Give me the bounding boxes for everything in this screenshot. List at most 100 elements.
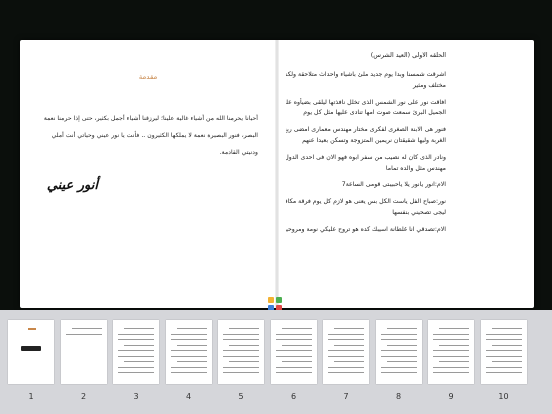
- thumb-text-line: [380, 333, 417, 335]
- thumb-text-line: [170, 355, 207, 357]
- thumb-text-line: [439, 328, 469, 329]
- thumbnail-page-number: 4: [185, 392, 192, 401]
- chapter-page[interactable]: الحلقه الاولى (العيد الشرس) اشرقت شمسنا …: [278, 40, 534, 308]
- page-thumbnail[interactable]: [428, 320, 474, 384]
- thumb-text-line: [223, 333, 259, 335]
- thumbnail-page-number: 3: [133, 392, 139, 401]
- thumb-text-line: [118, 350, 154, 351]
- thumb-text-line: [433, 366, 469, 368]
- photos-icon: [268, 297, 282, 311]
- thumb-text-line: [491, 344, 522, 346]
- page-thumbnail[interactable]: [113, 320, 159, 384]
- thumb-text-line: [223, 355, 259, 357]
- thumb-text-line: [229, 361, 259, 362]
- thumb-text-line: [328, 355, 364, 357]
- thumb-text-line: [170, 372, 207, 373]
- author-signature: أنور عيني: [46, 178, 98, 193]
- thumb-text-line: [485, 366, 522, 368]
- thumb-text-line: [380, 339, 417, 340]
- thumbnail-page-number: 7: [343, 392, 349, 401]
- thumb-text-line: [229, 328, 259, 329]
- thumb-text-line: [380, 355, 417, 357]
- page-thumbnail[interactable]: [60, 320, 107, 384]
- chapter-line: الغربة وليها شقيقتان نريمين المتزوجة وتس…: [302, 136, 446, 144]
- chapter-text: اشرقت شمسنا وبدا يوم جديد ملئ باشياء واح…: [286, 70, 446, 236]
- chapter-line: اشرقت شمسنا وبدا يوم جديد ملئ باشياء واح…: [286, 71, 446, 78]
- thumb-text-line: [328, 350, 364, 351]
- thumb-text-line: [334, 344, 364, 346]
- thumb-text-line: [491, 361, 522, 362]
- thumb-text-line: [118, 333, 154, 335]
- thumb-text-line: [124, 344, 154, 346]
- page-thumbnail[interactable]: [270, 320, 317, 384]
- page-thumbnail[interactable]: [323, 320, 369, 384]
- chapter-line: الام:انور يانور يلا ياحبيبتى قومى الساعة…: [341, 181, 446, 189]
- thumb-text-line: [439, 361, 469, 362]
- page-thumbnail[interactable]: [375, 320, 422, 384]
- thumb-text-line: [386, 344, 417, 346]
- thumb-text-line: [328, 333, 364, 335]
- thumb-text-line: [176, 328, 207, 329]
- thumb-text-line: [170, 350, 207, 351]
- photos-icon-quad: [268, 297, 274, 303]
- intro-title: مقدمة: [138, 73, 158, 81]
- chapter-line: افاقت نور على نور الشمس الذى تخلل نافذته…: [286, 98, 446, 106]
- thumb-text-line: [275, 333, 312, 335]
- page-thumbnail[interactable]: [8, 320, 54, 384]
- intro-page[interactable]: مقدمة أحيانا يحرمنا الله من أشياء غالية …: [20, 40, 276, 308]
- book-spread[interactable]: مقدمة أحيانا يحرمنا الله من أشياء غالية …: [20, 40, 534, 308]
- page-thumbnail[interactable]: [218, 320, 264, 384]
- thumbnail-page-number: 1: [28, 392, 34, 401]
- thumb-text-line: [485, 333, 522, 335]
- thumb-text-line: [71, 328, 102, 329]
- thumb-text-line: [433, 350, 469, 351]
- chapter-line: الام:تصدقي انا غلطانة اسيبك كده هو تروح …: [286, 225, 446, 233]
- thumb-text-line: [281, 361, 312, 362]
- thumb-text-line: [124, 328, 154, 329]
- thumb-text-line: [281, 344, 312, 346]
- thumb-text-line: [386, 328, 417, 329]
- thumb-text-line: [223, 339, 259, 340]
- thumb-text-line: [229, 344, 259, 346]
- thumb-text-line: [223, 372, 259, 373]
- thumbnail-page-number: 6: [290, 392, 297, 401]
- page-thumbnail[interactable]: [165, 320, 212, 384]
- thumb-text-line: [485, 339, 522, 340]
- thumb-text-line: [65, 333, 102, 335]
- chapter-title: الحلقه الاولى (العيد الشرس): [370, 52, 446, 59]
- thumb-text-line: [176, 361, 207, 362]
- thumb-text-line: [124, 361, 154, 362]
- thumb-text-line: [380, 372, 417, 373]
- chapter-line: مهندس مثل والده تماما: [385, 164, 446, 172]
- chapter-line: فنور هى الابنة الصغرى لفكرى مختار مهندس …: [286, 126, 446, 134]
- thumbnail-page-number: 10: [498, 392, 509, 401]
- page-thumbnail-strip[interactable]: 1 2 3 4 5 6 7 8 9 10: [0, 310, 552, 414]
- thumbnail-page-number: 5: [238, 392, 244, 401]
- chapter-line: ليجى تصحيني بنفسها: [392, 208, 446, 216]
- thumb-signature-mark: [21, 346, 41, 351]
- thumb-text-line: [334, 328, 364, 329]
- thumb-text-line: [380, 366, 417, 368]
- thumb-text-line: [176, 344, 207, 346]
- thumb-text-line: [170, 333, 207, 335]
- chapter-line: الجميل البرئ سمعت صوت امها تنادى عليها م…: [303, 109, 446, 117]
- thumb-text-line: [485, 355, 522, 357]
- thumb-text-line: [386, 361, 417, 362]
- thumb-text-line: [328, 339, 364, 340]
- chapter-line: نور:صباح الفل ياست الكل بس يعنى هو لازم …: [286, 198, 446, 206]
- thumbnail-page-number: 9: [448, 392, 454, 401]
- thumb-text-line: [118, 339, 154, 340]
- thumb-text-line: [433, 333, 469, 335]
- page-thumbnail[interactable]: [480, 320, 527, 384]
- thumb-text-line: [380, 350, 417, 351]
- thumb-text-line: [328, 366, 364, 368]
- thumb-text-line: [491, 328, 522, 329]
- thumb-text-line: [118, 372, 154, 373]
- thumb-text-line: [170, 366, 207, 368]
- thumb-text-line: [439, 344, 469, 346]
- thumb-text-line: [118, 366, 154, 368]
- thumb-text-line: [118, 355, 154, 357]
- thumbnail-page-number: 8: [395, 392, 402, 401]
- thumb-text-line: [433, 339, 469, 340]
- thumb-text-line: [275, 339, 312, 340]
